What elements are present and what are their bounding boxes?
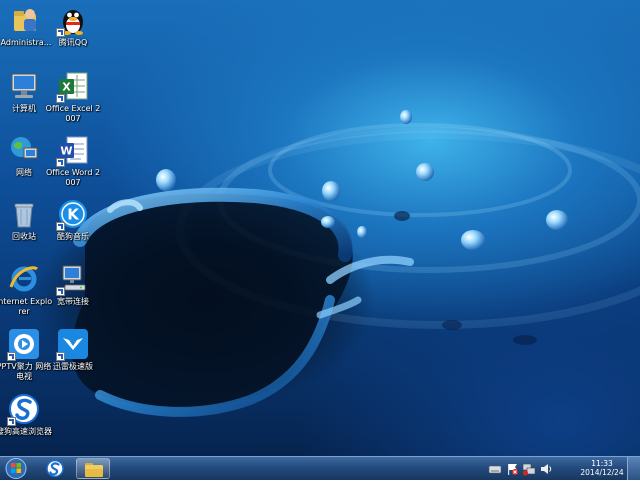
taskbar-explorer-button[interactable] [76,458,110,479]
show-desktop-button[interactable] [627,457,640,480]
desktop-icon-label: 迅雷极速版 [53,362,93,371]
flag-icon[interactable] [505,461,519,475]
svg-text:W: W [60,145,72,158]
desktop-icon-xunlei[interactable]: 迅雷极速版 [44,328,102,372]
recycle-bin-icon [8,198,40,230]
shortcut-arrow-icon [56,94,65,103]
xunlei-icon [56,328,89,361]
clock-time: 11:33 [591,459,613,468]
network-globe-icon [8,134,40,166]
broadband-icon [56,263,89,296]
shortcut-arrow-icon [7,417,16,426]
ie-icon [8,263,40,295]
shortcut-arrow-icon [56,28,65,37]
svg-text:K: K [67,206,80,224]
desktop-icon-broadband[interactable]: 宽带连接 [44,263,102,307]
svg-text:X: X [62,81,71,94]
volume-icon[interactable] [539,461,553,475]
shortcut-arrow-icon [56,352,65,361]
computer-icon [8,70,40,102]
taskbar-sogou-browser-button[interactable] [38,458,72,479]
shortcut-arrow-icon [7,352,16,361]
desktop-icon-label: Office Excel 2007 [45,104,101,123]
shortcut-arrow-icon [56,287,65,296]
desktop-icon-sogou-browser[interactable]: 搜狗高速浏览器 [0,393,53,437]
word-icon: W [56,134,89,167]
shortcut-arrow-icon [56,158,65,167]
qq-penguin-icon [56,4,89,37]
desktop-icon-label: Office Word 2007 [45,168,101,187]
desktop-icon-qq[interactable]: 腾讯QQ [44,4,102,48]
clock-date: 2014/12/24 [580,468,624,477]
desktop-icon-kugou-music[interactable]: K 酷狗音乐 [44,198,102,242]
desktop-background: Administra... 计算机 网络 回收站 Internet Explor… [0,0,640,456]
desktop-icon-label: 腾讯QQ [58,38,88,47]
desktop-icon-label: 宽带连接 [57,297,89,306]
excel-icon: X [56,70,89,103]
system-tray [488,461,558,477]
sogou-icon [46,459,64,478]
shortcut-arrow-icon [56,222,65,231]
kugou-icon: K [56,198,89,231]
folder-icon [85,463,103,477]
pptv-icon [7,328,40,361]
taskbar: 11:33 2014/12/24 [0,456,640,480]
windows-orb-icon [5,458,27,479]
user-folder-icon [10,4,42,36]
desktop-icon-label: 酷狗音乐 [57,232,89,241]
taskbar-clock[interactable]: 11:33 2014/12/24 [580,459,624,477]
keyboard-icon[interactable] [488,461,502,475]
network-icon[interactable] [522,461,536,476]
sogou-icon [7,393,40,426]
desktop-icon-office-excel[interactable]: X Office Excel 2007 [44,70,102,124]
start-button[interactable] [3,457,29,480]
desktop-icon-label: 搜狗高速浏览器 [0,427,52,436]
desktop-icon-office-word[interactable]: W Office Word 2007 [44,134,102,188]
